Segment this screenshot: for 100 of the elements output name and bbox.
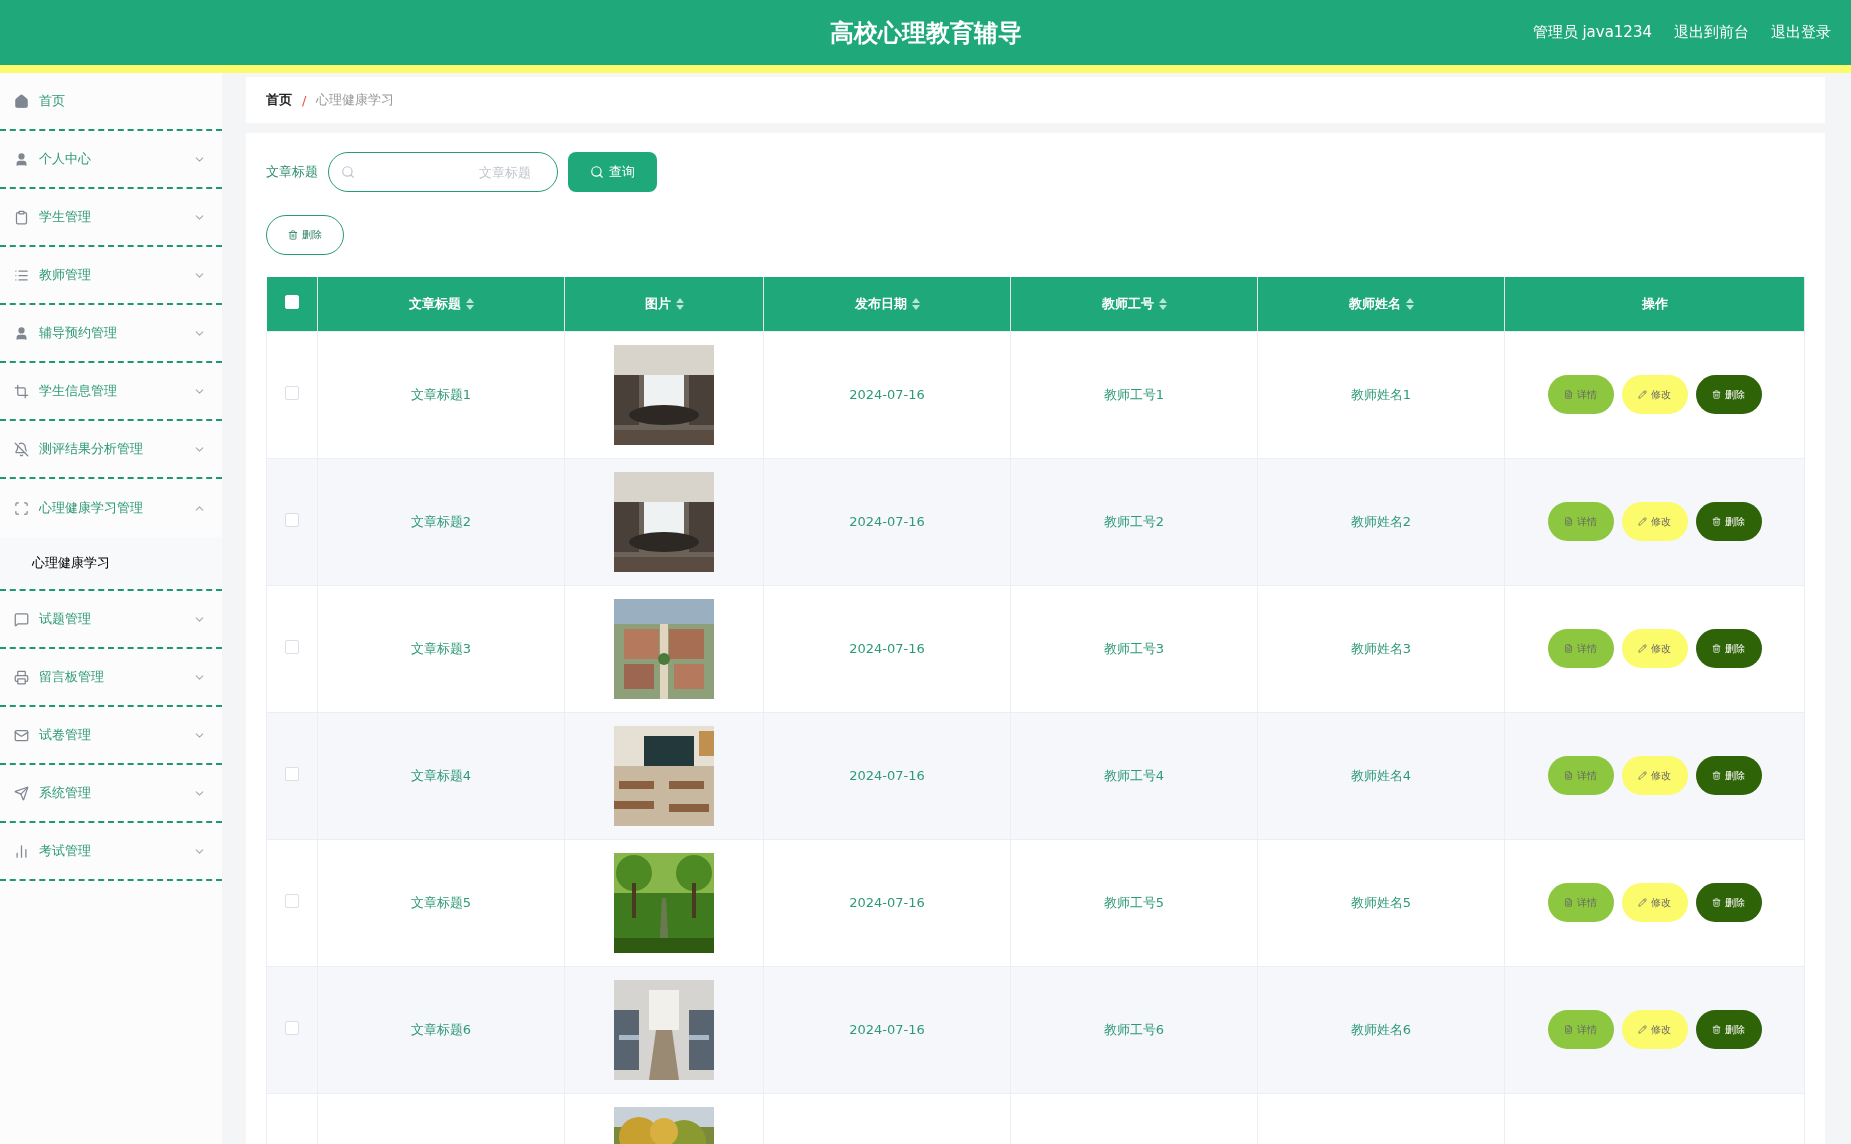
row-checkbox[interactable] [285, 1021, 299, 1035]
trash-icon [288, 230, 298, 240]
delete-button[interactable]: 删除 [1695, 883, 1762, 922]
trash-icon [1712, 898, 1721, 907]
pencil-icon [1638, 644, 1647, 653]
sidebar-item[interactable]: 教师管理 [0, 247, 222, 305]
column-header[interactable]: 图片 [644, 294, 684, 313]
search-button[interactable]: 查询 [568, 152, 657, 192]
column-header[interactable]: 发布日期 [854, 294, 920, 313]
teacher-name-text: 教师姓名6 [1350, 1021, 1412, 1037]
document-icon [1564, 771, 1573, 780]
edit-button[interactable]: 修改 [1621, 883, 1688, 922]
sidebar-item[interactable]: 考试管理 [0, 823, 222, 881]
edit-button[interactable]: 修改 [1621, 502, 1688, 541]
sidebar-item[interactable]: 辅导预约管理 [0, 305, 222, 363]
date-text: 2024-07-16 [849, 387, 925, 402]
sort-icon[interactable] [1405, 297, 1414, 310]
header-link[interactable]: 退出到前台 [1674, 23, 1749, 42]
edit-button[interactable]: 修改 [1621, 629, 1688, 668]
sidebar-item[interactable]: 系统管理 [0, 765, 222, 823]
sidebar-item[interactable]: 学生管理 [0, 189, 222, 247]
row-checkbox[interactable] [285, 894, 299, 908]
edit-button[interactable]: 修改 [1621, 756, 1688, 795]
document-icon [1564, 898, 1573, 907]
menu-icon [14, 325, 29, 341]
menu-icon [14, 500, 29, 516]
sidebar-item[interactable]: 测评结果分析管理 [0, 421, 222, 479]
date-text: 2024-07-16 [849, 768, 925, 783]
edit-button[interactable]: 修改 [1621, 1010, 1688, 1049]
sort-icon[interactable] [675, 297, 684, 310]
trash-icon [1712, 644, 1721, 653]
trash-icon [1712, 1025, 1721, 1034]
delete-button[interactable]: 删除 [266, 215, 344, 255]
document-icon [1564, 1025, 1573, 1034]
submenu-item[interactable]: 心理健康学习 [0, 537, 222, 591]
row-checkbox[interactable] [285, 640, 299, 654]
edit-button[interactable]: 修改 [1621, 375, 1688, 414]
breadcrumb-item: 心理健康学习 [316, 91, 395, 109]
delete-button[interactable]: 删除 [1695, 756, 1762, 795]
menu-icon [14, 441, 29, 457]
delete-button[interactable]: 删除 [1695, 1010, 1762, 1049]
menu-icon [14, 383, 29, 399]
trash-icon [1712, 390, 1721, 399]
sort-icon[interactable] [911, 297, 920, 310]
title-text: 文章标题2 [410, 513, 472, 529]
header-link[interactable]: 退出登录 [1771, 23, 1831, 42]
teacher-name-text: 教师姓名5 [1350, 894, 1412, 910]
trash-icon [1712, 517, 1721, 526]
column-header[interactable]: 文章标题 [408, 294, 474, 313]
title-text: 文章标题6 [410, 1021, 472, 1037]
title-text: 文章标题3 [410, 640, 472, 656]
document-icon [1564, 390, 1573, 399]
sort-icon[interactable] [1158, 297, 1167, 310]
document-icon [1564, 644, 1573, 653]
pencil-icon [1638, 1025, 1647, 1034]
detail-button[interactable]: 详情 [1547, 629, 1614, 668]
menu-icon [14, 151, 29, 167]
teacher-name-text: 教师姓名3 [1350, 640, 1412, 656]
detail-button[interactable]: 详情 [1547, 502, 1614, 541]
delete-button[interactable]: 删除 [1695, 375, 1762, 414]
sidebar-item[interactable]: 学生信息管理 [0, 363, 222, 421]
pencil-icon [1638, 517, 1647, 526]
title-text: 文章标题1 [410, 386, 472, 402]
sidebar-item[interactable]: 首页 [0, 73, 222, 131]
sort-icon[interactable] [465, 297, 474, 310]
search-icon [590, 165, 604, 179]
detail-button[interactable]: 详情 [1547, 883, 1614, 922]
detail-button[interactable]: 详情 [1547, 756, 1614, 795]
delete-button[interactable]: 删除 [1695, 629, 1762, 668]
breadcrumb-item[interactable]: 首页 [266, 91, 292, 109]
sidebar-item[interactable]: 留言板管理 [0, 649, 222, 707]
menu-icon [14, 785, 29, 801]
pencil-icon [1638, 390, 1647, 399]
row-checkbox[interactable] [285, 513, 299, 527]
menu-icon [14, 93, 29, 109]
sidebar-item[interactable]: 个人中心 [0, 131, 222, 189]
date-text: 2024-07-16 [849, 514, 925, 529]
trash-icon [1712, 771, 1721, 780]
row-checkbox[interactable] [285, 386, 299, 400]
column-header[interactable]: 教师姓名 [1348, 294, 1414, 313]
date-text: 2024-07-16 [849, 895, 925, 910]
column-header[interactable]: 教师工号 [1101, 294, 1167, 313]
date-text: 2024-07-16 [849, 1022, 925, 1037]
title-text: 文章标题5 [410, 894, 472, 910]
pencil-icon [1638, 898, 1647, 907]
select-all-checkbox[interactable] [284, 295, 299, 310]
delete-button[interactable]: 删除 [1695, 502, 1762, 541]
header-link[interactable]: 管理员 java1234 [1532, 23, 1652, 42]
sidebar-item[interactable]: 试题管理 [0, 591, 222, 649]
detail-button[interactable]: 详情 [1547, 1010, 1614, 1049]
menu-icon [14, 843, 29, 859]
column-header: 操作 [1641, 294, 1668, 313]
sidebar-item[interactable]: 试卷管理 [0, 707, 222, 765]
title-text: 文章标题4 [410, 767, 472, 783]
row-checkbox[interactable] [285, 767, 299, 781]
sidebar-item[interactable]: 心理健康学习管理 [0, 479, 222, 537]
teacher-name-text: 教师姓名1 [1350, 386, 1412, 402]
detail-button[interactable]: 详情 [1547, 375, 1614, 414]
search-icon [341, 165, 355, 179]
site-title: 高校心理教育辅导 [829, 17, 1022, 49]
